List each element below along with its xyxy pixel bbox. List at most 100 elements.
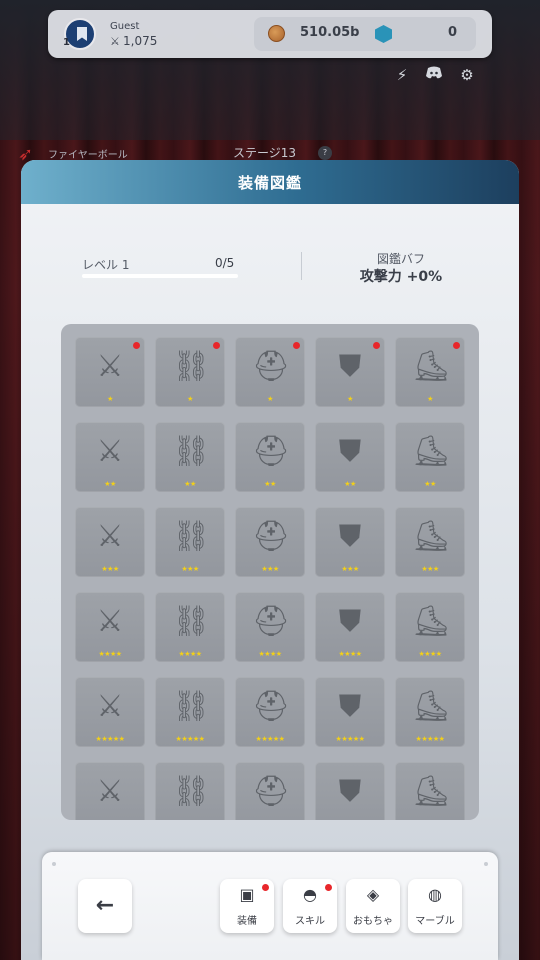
rarity-stars: ★★	[264, 480, 276, 488]
sword-icon: ⚔	[96, 349, 124, 384]
nav-marble-button[interactable]: ◍ マーブル	[408, 879, 462, 933]
equipment-slot[interactable]: ⛑ ★★★★	[235, 592, 305, 662]
equipment-slot[interactable]: ⛓ ★★	[155, 422, 225, 492]
equipment-slot[interactable]: ⛊ ★★★★	[315, 592, 385, 662]
corner-rivet	[484, 862, 488, 866]
rarity-stars: ★★	[424, 480, 436, 488]
nav-label: おもちゃ	[353, 916, 393, 927]
equipment-slot[interactable]: ⛊ ★★★★★	[315, 677, 385, 747]
pants-icon: ⛓	[172, 349, 211, 384]
back-button[interactable]: ←	[78, 879, 132, 933]
rarity-stars: ★★★	[421, 565, 439, 573]
crossed-swords-icon: ⚔	[110, 35, 120, 48]
player-power: 1,075	[123, 34, 158, 48]
equipment-slot[interactable]: ⚔	[75, 762, 145, 820]
equipment-slot[interactable]: ⛓ ★★★★	[155, 592, 225, 662]
rarity-stars: ★★★	[181, 565, 199, 573]
equipment-slot[interactable]: ⚔ ★	[75, 337, 145, 407]
divider	[301, 252, 302, 280]
collection-level-count: 0/5	[215, 256, 235, 270]
nav-toy-button[interactable]: ◈ おもちゃ	[346, 879, 400, 933]
top-hud: 1 Guest ⚔ 1,075 510.05b 0	[48, 10, 492, 58]
equipment-slot[interactable]: ⛓	[155, 762, 225, 820]
equipment-slot[interactable]: ⛓ ★★★★★	[155, 677, 225, 747]
boots-icon: ⛸	[412, 774, 451, 809]
rarity-stars: ★	[107, 395, 113, 403]
equipment-slot[interactable]: ⚔ ★★★★	[75, 592, 145, 662]
notification-badge	[262, 884, 269, 891]
equipment-slot[interactable]: ⛸ ★★★★★	[395, 677, 465, 747]
rarity-stars: ★★★★★	[415, 735, 445, 743]
notification-badge	[213, 342, 220, 349]
collection-buff-value: 攻撃力 +0%	[359, 269, 443, 285]
nav-equipment-button[interactable]: ▣ 装備	[220, 879, 274, 933]
helmet-icon: ⛑	[252, 434, 291, 469]
equipment-slot[interactable]: ⛑	[235, 762, 305, 820]
equipment-slot[interactable]: ⛸ ★★★★	[395, 592, 465, 662]
rarity-stars: ★★★	[101, 565, 119, 573]
pants-icon: ⛓	[172, 604, 211, 639]
equipment-slot[interactable]: ⛊ ★★★	[315, 507, 385, 577]
equipment-slot[interactable]: ⛸ ★★	[395, 422, 465, 492]
discord-icon[interactable]	[424, 66, 444, 84]
helmet-icon: ⛑	[252, 519, 291, 554]
equipment-grid[interactable]: ⚔ ★ ⛓ ★ ⛑ ★ ⛊ ★ ⛸ ★ ⚔ ★★ ⛓ ★★ ⛑ ★★ ⛊ ★★ ⛸ ★★ ⚔ ★★★ ⛓ ★★★ ⛑ ★★★ ⛊ ★★…	[61, 324, 479, 820]
armor-icon: ⛊	[338, 689, 362, 724]
boots-icon: ⛸	[412, 689, 451, 724]
boots-icon: ⛸	[412, 519, 451, 554]
toy-icon: ◈	[366, 885, 380, 904]
nav-label: マーブル	[415, 916, 455, 927]
boots-icon: ⛸	[412, 434, 451, 469]
equipment-slot[interactable]: ⛑ ★	[235, 337, 305, 407]
equipment-slot[interactable]: ⛸ ★★★	[395, 507, 465, 577]
equipment-slot[interactable]: ⚔ ★★★★★	[75, 677, 145, 747]
gem-value[interactable]: 0	[448, 25, 457, 40]
rarity-stars: ★★★★★	[335, 735, 365, 743]
pants-icon: ⛓	[172, 519, 211, 554]
gem-icon	[375, 25, 392, 43]
collection-level-bar	[82, 274, 238, 278]
equipment-slot[interactable]: ⛑ ★★	[235, 422, 305, 492]
rarity-stars: ★★	[184, 480, 196, 488]
marble-icon: ◍	[428, 885, 442, 904]
equipment-slot[interactable]: ⛊	[315, 762, 385, 820]
equipment-slot[interactable]: ⚔ ★★	[75, 422, 145, 492]
notification-badge	[293, 342, 300, 349]
equipment-slot[interactable]: ⛑ ★★★★★	[235, 677, 305, 747]
equipment-slot[interactable]: ⛓ ★	[155, 337, 225, 407]
rarity-stars: ★★★★★	[175, 735, 205, 743]
armor-icon: ⛊	[338, 774, 362, 809]
equipment-slot[interactable]: ⛸	[395, 762, 465, 820]
armor-icon: ⛊	[338, 519, 362, 554]
lightning-icon[interactable]: ⚡	[392, 66, 412, 84]
nav-skill-button[interactable]: ◓ スキル	[283, 879, 337, 933]
rarity-stars: ★★★★★	[255, 735, 285, 743]
equipment-slot[interactable]: ⛊ ★★	[315, 422, 385, 492]
equipment-slot[interactable]: ⛑ ★★★	[235, 507, 305, 577]
boots-icon: ⛸	[412, 349, 451, 384]
sword-icon: ⚔	[96, 689, 124, 724]
helmet-icon: ⛑	[252, 604, 291, 639]
collection-level-label: レベル 1	[82, 258, 130, 272]
equipment-slot[interactable]: ⛸ ★	[395, 337, 465, 407]
rarity-stars: ★★★★	[98, 650, 122, 658]
rarity-stars: ★★★	[261, 565, 279, 573]
panel-title: 装備図鑑	[237, 174, 302, 192]
corner-rivet	[52, 862, 56, 866]
help-icon[interactable]: ?	[318, 146, 332, 160]
player-name: Guest	[110, 21, 140, 32]
equipment-slot[interactable]: ⛓ ★★★	[155, 507, 225, 577]
skill-name: ファイヤーボール	[48, 150, 128, 161]
player-level: 1	[63, 37, 70, 48]
helmet-icon: ⛑	[252, 689, 291, 724]
pants-icon: ⛓	[172, 774, 211, 809]
armor-icon: ⛊	[338, 604, 362, 639]
notification-badge	[325, 884, 332, 891]
equipment-slot[interactable]: ⚔ ★★★	[75, 507, 145, 577]
equipment-slot[interactable]: ⛊ ★	[315, 337, 385, 407]
rarity-stars: ★★★	[341, 565, 359, 573]
gear-icon[interactable]: ⚙	[457, 66, 477, 84]
sword-icon: ⚔	[96, 434, 124, 469]
boots-icon: ⛸	[412, 604, 451, 639]
nav-label: 装備	[237, 916, 257, 927]
